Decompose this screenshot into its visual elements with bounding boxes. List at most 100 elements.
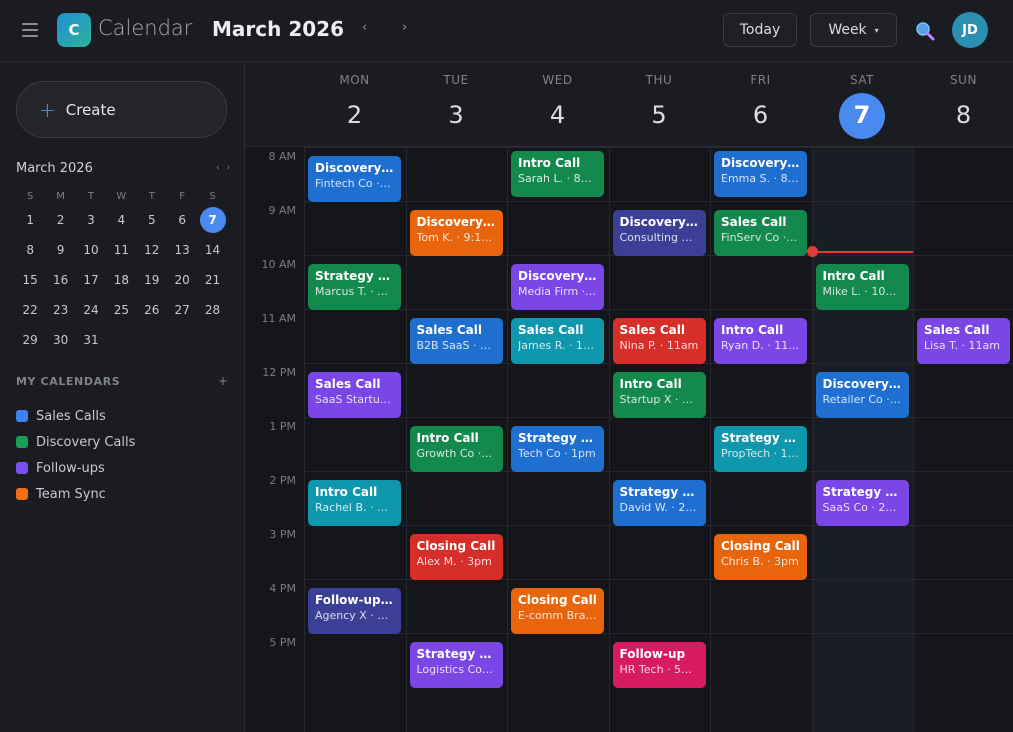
mini-calendar-day[interactable]: 21 xyxy=(197,273,227,287)
mini-calendar-day[interactable]: 30 xyxy=(45,333,75,347)
calendar-event[interactable]: Sales CallB2B SaaS · 11am xyxy=(409,318,503,365)
calendar-event[interactable]: Sales CallSaaS Startup · 12pm xyxy=(308,372,401,419)
mini-calendar-day[interactable]: 9 xyxy=(45,243,75,257)
calendar-event[interactable]: Discovery CallTom K. · 9:15am xyxy=(409,210,503,257)
day-header-today[interactable]: SAT 7 xyxy=(812,63,913,147)
mini-calendar-day[interactable]: 14 xyxy=(197,243,227,257)
calendar-list-item[interactable]: Follow-ups xyxy=(16,455,135,481)
previous-week-button[interactable]: ‹ xyxy=(362,20,367,35)
calendar-list-item[interactable]: Discovery Calls xyxy=(16,429,135,455)
mini-calendar-day[interactable]: 5 xyxy=(137,213,167,227)
hour-label: 4 PM xyxy=(269,582,296,595)
mini-calendar-day[interactable]: 12 xyxy=(137,243,167,257)
mini-calendar-day[interactable]: 29 xyxy=(15,333,45,347)
calendar-event[interactable]: Discovery CallRetailer Co · 12pm xyxy=(815,372,909,419)
menu-icon[interactable] xyxy=(22,23,38,37)
day-header[interactable]: WED 4 xyxy=(507,63,608,147)
event-title: Sales Call xyxy=(518,323,584,338)
mini-calendar-day[interactable]: 26 xyxy=(137,303,167,317)
day-header[interactable]: MON 2 xyxy=(304,63,405,147)
calendar-event[interactable]: Follow-up HR Tech · 5pm xyxy=(612,642,706,689)
event-subtitle: HR Tech · 5pm xyxy=(619,663,699,677)
mini-calendar-day-selected[interactable]: 7 xyxy=(197,207,227,233)
mini-calendar-day[interactable]: 3 xyxy=(76,213,106,227)
calendar-event[interactable]: Strategy CallTech Co · 1pm xyxy=(511,426,604,473)
calendar-event[interactable]: Strategy CallDavid W. · 2pm xyxy=(612,480,706,527)
mini-calendar-day[interactable]: 27 xyxy=(167,303,197,317)
mini-calendar-day[interactable]: 11 xyxy=(106,243,136,257)
calendar-event[interactable]: Discovery CallMedia Firm · 10am xyxy=(511,264,604,311)
mini-calendar-day[interactable]: 23 xyxy=(45,303,75,317)
calendar-event[interactable]: Follow-up CallAgency X · 4pm xyxy=(308,588,401,635)
mini-calendar-day[interactable]: 2 xyxy=(45,213,75,227)
event-subtitle: Emma S. · 8am xyxy=(721,172,800,185)
next-week-button[interactable]: › xyxy=(402,20,407,35)
mini-calendar-day[interactable]: 6 xyxy=(167,213,197,227)
mini-calendar-week-row: 29 30 31 xyxy=(15,325,228,355)
calendar-event[interactable]: Sales Call Lisa T. · 11am xyxy=(917,318,1010,365)
today-button[interactable]: Today xyxy=(723,13,797,47)
mini-calendar-day[interactable]: 22 xyxy=(15,303,45,317)
calendar-event[interactable]: Strategy CallMarcus T. · 10am xyxy=(308,264,401,311)
mini-calendar-day[interactable]: 17 xyxy=(76,273,106,287)
hour-label: 10 AM xyxy=(261,258,296,271)
mini-calendar-day[interactable]: 8 xyxy=(15,243,45,257)
mini-calendar-day[interactable]: 1 xyxy=(15,213,45,227)
event-subtitle: Mike L. · 10am xyxy=(822,285,902,299)
day-number: 6 xyxy=(752,101,769,129)
calendar-list-item[interactable]: Team Sync xyxy=(16,481,135,507)
calendar-event[interactable]: Discovery CallFintech Co · 8:15am xyxy=(308,156,401,203)
mini-calendar-day[interactable]: 16 xyxy=(45,273,75,287)
event-title: Discovery Call xyxy=(619,215,699,230)
calendar-event[interactable]: Strategy CallPropTech · 1pm xyxy=(714,426,807,473)
my-calendars-list: Sales Calls Discovery Calls Follow-ups Team… xyxy=(16,403,135,507)
calendar-event[interactable]: Sales CallFinServ Co · 9am xyxy=(714,210,807,257)
mini-calendar-day[interactable]: 20 xyxy=(167,273,197,287)
time-grid[interactable]: 8 AM 9 AM 10 AM 11 AM 12 PM 1 PM 2 PM 3 PM 4 PM 5… xyxy=(246,147,1013,732)
mini-calendar-day[interactable]: 18 xyxy=(106,273,136,287)
calendar-event[interactable]: Intro CallGrowth Co · 1pm xyxy=(409,426,503,473)
calendar-event[interactable]: Strategy CallSaaS Co · 2pm xyxy=(815,480,909,527)
calendar-event[interactable]: Intro Call Ryan D. · 11am xyxy=(714,318,807,365)
search-icon[interactable] xyxy=(914,20,936,42)
my-calendars-title: MY CALENDARS xyxy=(16,375,121,388)
calendar-event[interactable]: Strategy CallLogistics Co · 5pm xyxy=(409,642,503,689)
day-header[interactable]: FRI 6 xyxy=(710,63,811,147)
calendar-event[interactable]: Sales CallJames R. · 11am xyxy=(511,318,604,365)
calendar-event[interactable]: Discovery CallConsulting Co · 9am xyxy=(612,210,706,257)
event-title: Strategy Call xyxy=(315,269,394,284)
calendar-color-swatch xyxy=(16,462,28,474)
calendar-event[interactable]: Intro Call Sarah L. · 8am xyxy=(511,151,604,197)
day-header[interactable]: TUE 3 xyxy=(406,63,507,147)
event-subtitle: Tech Co · 1pm xyxy=(518,447,596,461)
event-title: Follow-up Call xyxy=(315,593,394,608)
view-selector[interactable]: Week ▾ xyxy=(810,13,897,47)
mini-calendar-day[interactable]: 31 xyxy=(76,333,106,347)
mini-calendar-day[interactable]: 4 xyxy=(106,213,136,227)
mini-calendar-day[interactable]: 25 xyxy=(106,303,136,317)
mini-calendar-day[interactable]: 19 xyxy=(137,273,167,287)
calendar-event[interactable]: Sales Call Nina P. · 11am xyxy=(612,318,706,365)
day-header[interactable]: SUN 8 xyxy=(913,63,1013,147)
day-column-divider xyxy=(710,147,711,732)
mini-calendar-day[interactable]: 10 xyxy=(76,243,106,257)
calendar-event[interactable]: Intro Call Mike L. · 10am xyxy=(815,264,909,311)
create-button[interactable]: + Create xyxy=(16,81,227,138)
calendar-event[interactable]: Discovery Call Emma S. · 8am xyxy=(714,151,807,197)
day-header[interactable]: THU 5 xyxy=(609,63,710,147)
calendar-event[interactable]: Closing CallE-comm Brand · 4pm xyxy=(511,588,604,635)
add-calendar-button[interactable]: + xyxy=(218,374,228,388)
event-subtitle: Ryan D. · 11am xyxy=(721,339,800,353)
calendar-event[interactable]: Intro Call Rachel B. · 2pm xyxy=(308,480,401,527)
mini-calendar-day[interactable]: 28 xyxy=(197,303,227,317)
mini-calendar-day[interactable]: 15 xyxy=(15,273,45,287)
mini-calendar-nav[interactable]: ‹ › xyxy=(216,163,232,173)
mini-calendar-day[interactable]: 24 xyxy=(76,303,106,317)
calendar-event[interactable]: Closing Call Alex M. · 3pm xyxy=(409,534,503,581)
calendar-list-item[interactable]: Sales Calls xyxy=(16,403,135,429)
mini-calendar-day[interactable]: 13 xyxy=(167,243,197,257)
calendar-event[interactable]: Closing Call Chris B. · 3pm xyxy=(714,534,807,581)
user-avatar[interactable]: JD xyxy=(952,12,988,48)
event-subtitle: Nina P. · 11am xyxy=(619,339,699,353)
calendar-event[interactable]: Intro CallStartup X · 12pm xyxy=(612,372,706,419)
